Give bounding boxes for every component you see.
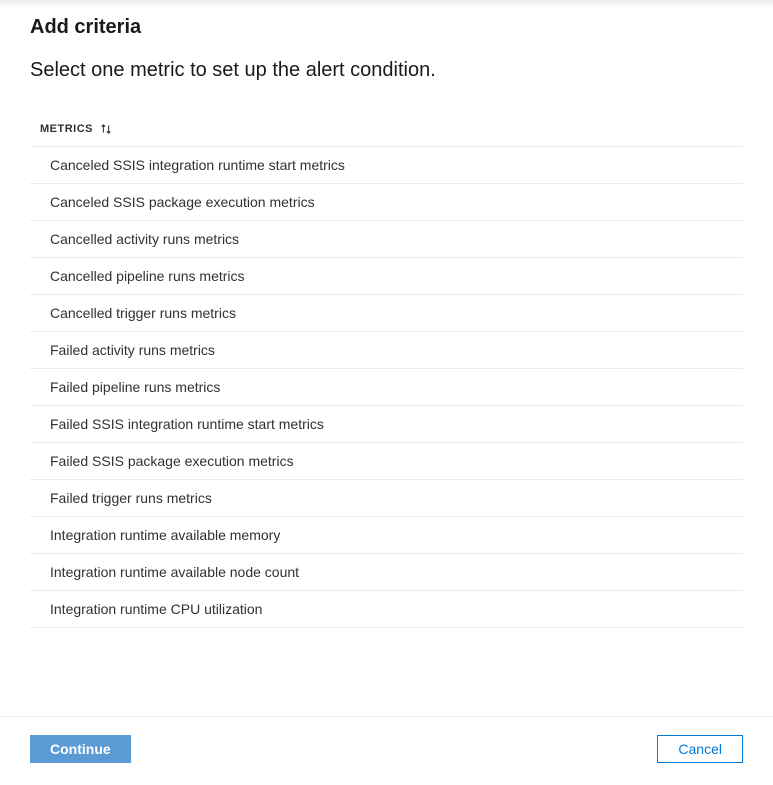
metric-row[interactable]: Cancelled pipeline runs metrics [30,258,743,295]
metric-row[interactable]: Failed activity runs metrics [30,332,743,369]
panel-footer: Continue Cancel [0,716,773,785]
metric-row[interactable]: Failed trigger runs metrics [30,480,743,517]
cancel-button[interactable]: Cancel [657,735,743,763]
metrics-header-label: Metrics [40,123,93,135]
metric-row[interactable]: Integration runtime available memory [30,517,743,554]
metric-row[interactable]: Integration runtime available node count [30,554,743,591]
metric-row[interactable]: Canceled SSIS package execution metrics [30,184,743,221]
top-shadow [0,0,773,8]
sort-icon [99,122,113,136]
metric-row[interactable]: Failed SSIS integration runtime start me… [30,406,743,443]
panel-title: Add criteria [30,16,743,39]
metric-row[interactable]: Integration runtime CPU utilization [30,591,743,628]
metric-row[interactable]: Failed SSIS package execution metrics [30,443,743,480]
metric-row[interactable]: Cancelled activity runs metrics [30,221,743,258]
panel-subtitle: Select one metric to set up the alert co… [30,59,743,82]
metrics-column-header[interactable]: Metrics [30,122,743,146]
metrics-list-wrapper: Canceled SSIS integration runtime start … [30,146,743,716]
metrics-list[interactable]: Canceled SSIS integration runtime start … [30,146,743,716]
metric-row[interactable]: Cancelled trigger runs metrics [30,295,743,332]
panel-content: Add criteria Select one metric to set up… [0,8,773,716]
metric-row[interactable]: Canceled SSIS integration runtime start … [30,147,743,184]
continue-button[interactable]: Continue [30,735,131,763]
metric-row[interactable]: Failed pipeline runs metrics [30,369,743,406]
